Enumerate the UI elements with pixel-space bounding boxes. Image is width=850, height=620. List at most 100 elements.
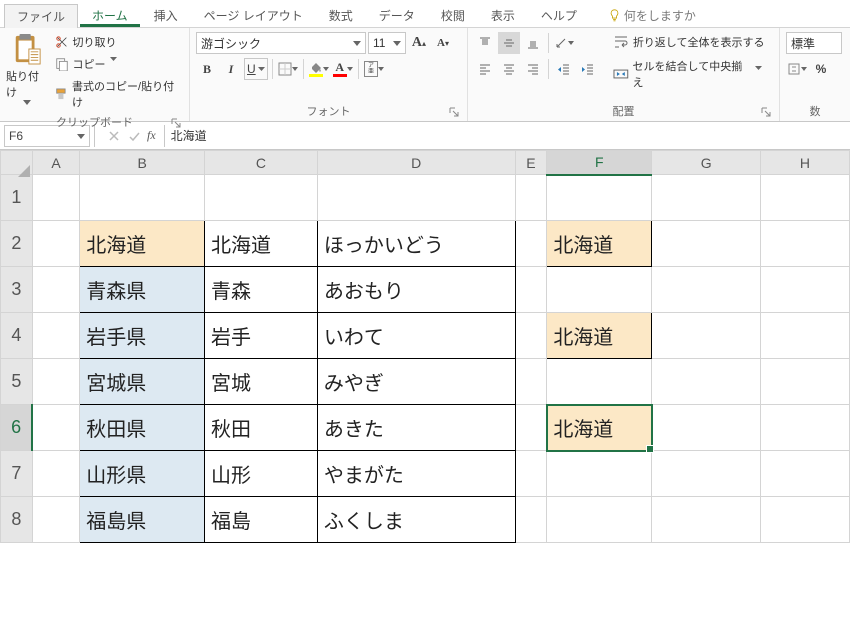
align-middle-button[interactable] xyxy=(498,32,520,54)
cell-h1[interactable] xyxy=(760,175,849,221)
align-bottom-button[interactable] xyxy=(522,32,544,54)
cell-a4[interactable] xyxy=(32,313,80,359)
cell-e2[interactable] xyxy=(515,221,547,267)
bold-button[interactable]: B xyxy=(196,58,218,80)
increase-font-button[interactable]: A▴ xyxy=(408,32,430,54)
col-header-d[interactable]: D xyxy=(317,151,515,175)
cell-c6[interactable]: 秋田 xyxy=(204,405,317,451)
alignment-dialog-launcher[interactable] xyxy=(759,105,773,119)
cell-a8[interactable] xyxy=(32,497,80,543)
row-header-3[interactable]: 3 xyxy=(1,267,33,313)
cell-d4[interactable]: いわて xyxy=(317,313,515,359)
worksheet-grid[interactable]: A B C D E F G H 1 2 北海道 北海道 ほっかいどう 北海道 3… xyxy=(0,150,850,543)
enter-formula-icon[interactable] xyxy=(127,129,141,143)
cell-a5[interactable] xyxy=(32,359,80,405)
cell-c3[interactable]: 青森 xyxy=(204,267,317,313)
cell-f8[interactable] xyxy=(547,497,652,543)
borders-button[interactable] xyxy=(277,58,299,80)
row-header-4[interactable]: 4 xyxy=(1,313,33,359)
cell-g8[interactable] xyxy=(652,497,761,543)
copy-button[interactable]: コピー xyxy=(53,54,183,74)
col-header-a[interactable]: A xyxy=(32,151,80,175)
wrap-text-button[interactable]: 折り返して全体を表示する xyxy=(611,32,773,52)
tab-view[interactable]: 表示 xyxy=(479,4,527,27)
phonetic-guide-button[interactable]: ア亜 xyxy=(363,58,385,80)
cell-b4[interactable]: 岩手県 xyxy=(80,313,205,359)
cell-a2[interactable] xyxy=(32,221,80,267)
cell-g1[interactable] xyxy=(652,175,761,221)
cell-d2[interactable]: ほっかいどう xyxy=(317,221,515,267)
cell-f5[interactable] xyxy=(547,359,652,405)
cell-c2[interactable]: 北海道 xyxy=(204,221,317,267)
cell-c7[interactable]: 山形 xyxy=(204,451,317,497)
clipboard-dialog-launcher[interactable] xyxy=(169,116,183,130)
cell-d6[interactable]: あきた xyxy=(317,405,515,451)
orientation-button[interactable] xyxy=(553,32,575,54)
cell-d5[interactable]: みやぎ xyxy=(317,359,515,405)
cell-e7[interactable] xyxy=(515,451,547,497)
cell-h2[interactable] xyxy=(760,221,849,267)
cell-a1[interactable] xyxy=(32,175,80,221)
col-header-c[interactable]: C xyxy=(204,151,317,175)
font-name-combo[interactable]: 游ゴシック xyxy=(196,32,366,54)
cell-g4[interactable] xyxy=(652,313,761,359)
cell-e6[interactable] xyxy=(515,405,547,451)
cell-e1[interactable] xyxy=(515,175,547,221)
increase-indent-button[interactable] xyxy=(577,58,599,80)
cell-b6[interactable]: 秋田県 xyxy=(80,405,205,451)
italic-button[interactable]: I xyxy=(220,58,242,80)
cell-f1[interactable] xyxy=(547,175,652,221)
cell-f6[interactable]: 北海道 xyxy=(547,405,652,451)
cell-h4[interactable] xyxy=(760,313,849,359)
cell-h3[interactable] xyxy=(760,267,849,313)
cell-b2[interactable]: 北海道 xyxy=(80,221,205,267)
cell-d7[interactable]: やまがた xyxy=(317,451,515,497)
cell-g6[interactable] xyxy=(652,405,761,451)
cell-f3[interactable] xyxy=(547,267,652,313)
cell-c4[interactable]: 岩手 xyxy=(204,313,317,359)
cell-h7[interactable] xyxy=(760,451,849,497)
tab-formulas[interactable]: 数式 xyxy=(317,4,365,27)
row-header-2[interactable]: 2 xyxy=(1,221,33,267)
underline-button[interactable]: U xyxy=(244,58,268,80)
tab-home[interactable]: ホーム xyxy=(80,4,140,27)
tab-insert[interactable]: 挿入 xyxy=(142,4,190,27)
font-size-combo[interactable]: 11 xyxy=(368,32,406,54)
align-right-button[interactable] xyxy=(522,58,544,80)
cell-a6[interactable] xyxy=(32,405,80,451)
cell-g2[interactable] xyxy=(652,221,761,267)
percent-format-button[interactable]: % xyxy=(810,58,832,80)
cut-button[interactable]: 切り取り xyxy=(53,32,183,52)
cell-b5[interactable]: 宮城県 xyxy=(80,359,205,405)
tab-help[interactable]: ヘルプ xyxy=(529,4,589,27)
row-header-7[interactable]: 7 xyxy=(1,451,33,497)
cell-b8[interactable]: 福島県 xyxy=(80,497,205,543)
paste-button[interactable]: 貼り付け xyxy=(6,32,49,105)
cell-c5[interactable]: 宮城 xyxy=(204,359,317,405)
align-left-button[interactable] xyxy=(474,58,496,80)
col-header-g[interactable]: G xyxy=(652,151,761,175)
cell-b3[interactable]: 青森県 xyxy=(80,267,205,313)
font-color-button[interactable]: A xyxy=(332,58,354,80)
cell-h8[interactable] xyxy=(760,497,849,543)
tab-file[interactable]: ファイル xyxy=(4,4,78,28)
font-dialog-launcher[interactable] xyxy=(447,105,461,119)
cell-e8[interactable] xyxy=(515,497,547,543)
merge-center-button[interactable]: セルを結合して中央揃え xyxy=(611,56,773,92)
fill-color-button[interactable] xyxy=(308,58,330,80)
cell-e5[interactable] xyxy=(515,359,547,405)
cell-f2[interactable]: 北海道 xyxy=(547,221,652,267)
cell-d1[interactable] xyxy=(317,175,515,221)
tab-page-layout[interactable]: ページ レイアウト xyxy=(192,4,315,27)
cell-g5[interactable] xyxy=(652,359,761,405)
accounting-format-button[interactable] xyxy=(786,58,808,80)
cell-g3[interactable] xyxy=(652,267,761,313)
col-header-f[interactable]: F xyxy=(547,151,652,175)
cell-e3[interactable] xyxy=(515,267,547,313)
decrease-indent-button[interactable] xyxy=(553,58,575,80)
cell-f7[interactable] xyxy=(547,451,652,497)
tell-me[interactable]: 何をしますか xyxy=(597,4,708,27)
cell-d8[interactable]: ふくしま xyxy=(317,497,515,543)
align-center-button[interactable] xyxy=(498,58,520,80)
cell-e4[interactable] xyxy=(515,313,547,359)
